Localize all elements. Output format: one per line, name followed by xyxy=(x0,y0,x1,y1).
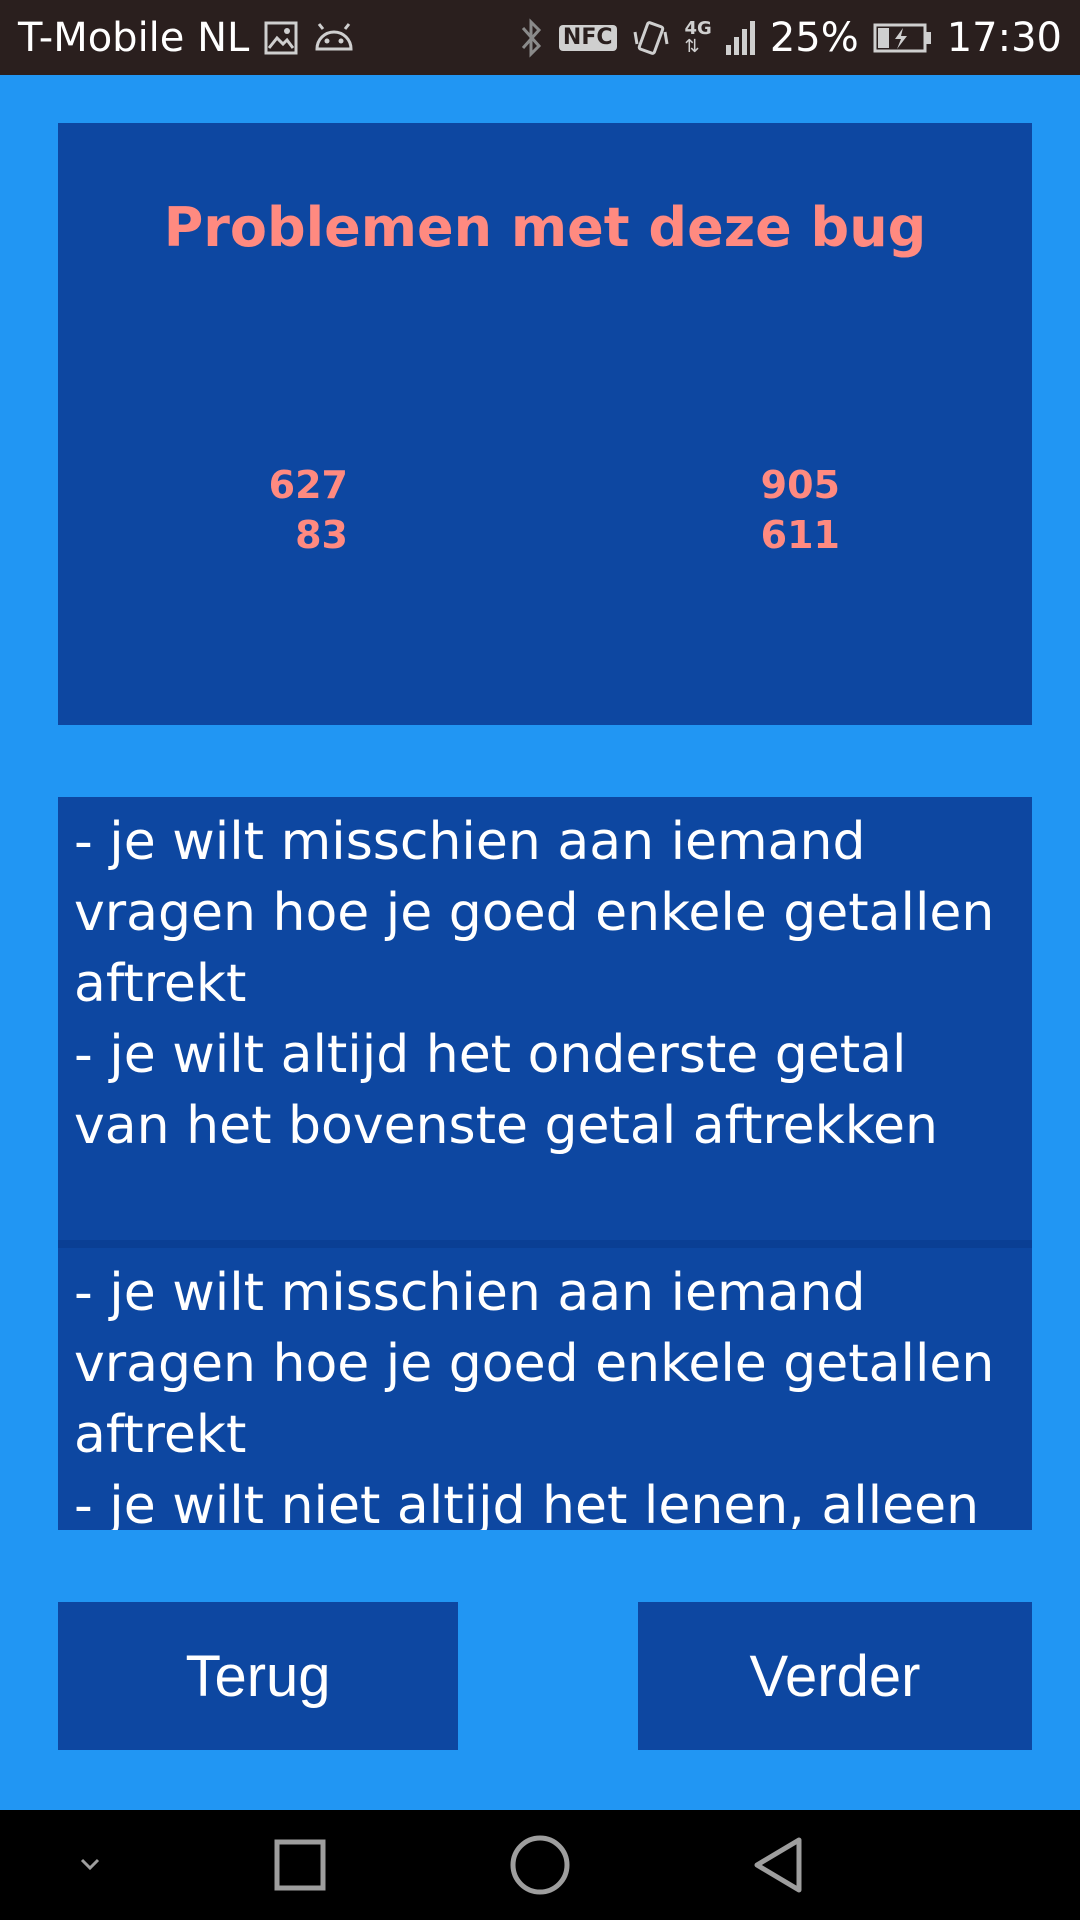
hint-list[interactable]: - je wilt misschien aan iemand vragen ho… xyxy=(58,797,1032,1530)
battery-charging-icon xyxy=(873,22,933,54)
status-bar: T-Mobile NL NFC 4G ⇅ 25% 17:30 xyxy=(0,0,1080,75)
vibrate-icon xyxy=(631,18,671,58)
network-label: 4G xyxy=(684,17,712,39)
battery-percent: 25% xyxy=(769,14,859,61)
clock: 17:30 xyxy=(946,14,1062,61)
bluetooth-icon xyxy=(519,17,545,58)
sum-top-number: 905 xyxy=(760,463,840,507)
android-debug-icon xyxy=(313,22,355,53)
main-content: Problemen met deze bug 627 83 905 611 - … xyxy=(0,75,1080,1810)
chevron-down-icon[interactable] xyxy=(50,1810,130,1920)
hint-item: - je wilt misschien aan iemand vragen ho… xyxy=(58,1248,1032,1530)
recents-square-icon[interactable] xyxy=(250,1810,350,1920)
sum-bottom-number: 611 xyxy=(760,513,840,557)
signal-icon xyxy=(725,19,756,57)
hint-divider xyxy=(58,1240,1032,1248)
navigation-bar xyxy=(0,1810,1080,1920)
sum-top-number: 627 xyxy=(268,463,348,507)
sum-bottom-number: 83 xyxy=(295,513,348,557)
hint-item: - je wilt misschien aan iemand vragen ho… xyxy=(58,797,1032,1240)
nfc-icon: NFC xyxy=(558,24,617,51)
problem-title: Problemen met deze bug xyxy=(163,196,927,259)
network-4g-icon: 4G ⇅ xyxy=(684,17,712,57)
back-triangle-icon[interactable] xyxy=(730,1810,830,1920)
carrier-name: T-Mobile NL xyxy=(18,14,250,61)
gallery-icon xyxy=(263,20,299,56)
nfc-label: NFC xyxy=(558,24,617,51)
back-button[interactable]: Terug xyxy=(58,1602,458,1750)
subtraction-sum-2: 905 611 xyxy=(720,460,840,560)
subtraction-sum-1: 627 83 xyxy=(228,460,348,560)
next-button[interactable]: Verder xyxy=(638,1602,1032,1750)
problem-card: Problemen met deze bug 627 83 905 611 xyxy=(58,123,1032,725)
home-circle-icon[interactable] xyxy=(490,1810,590,1920)
